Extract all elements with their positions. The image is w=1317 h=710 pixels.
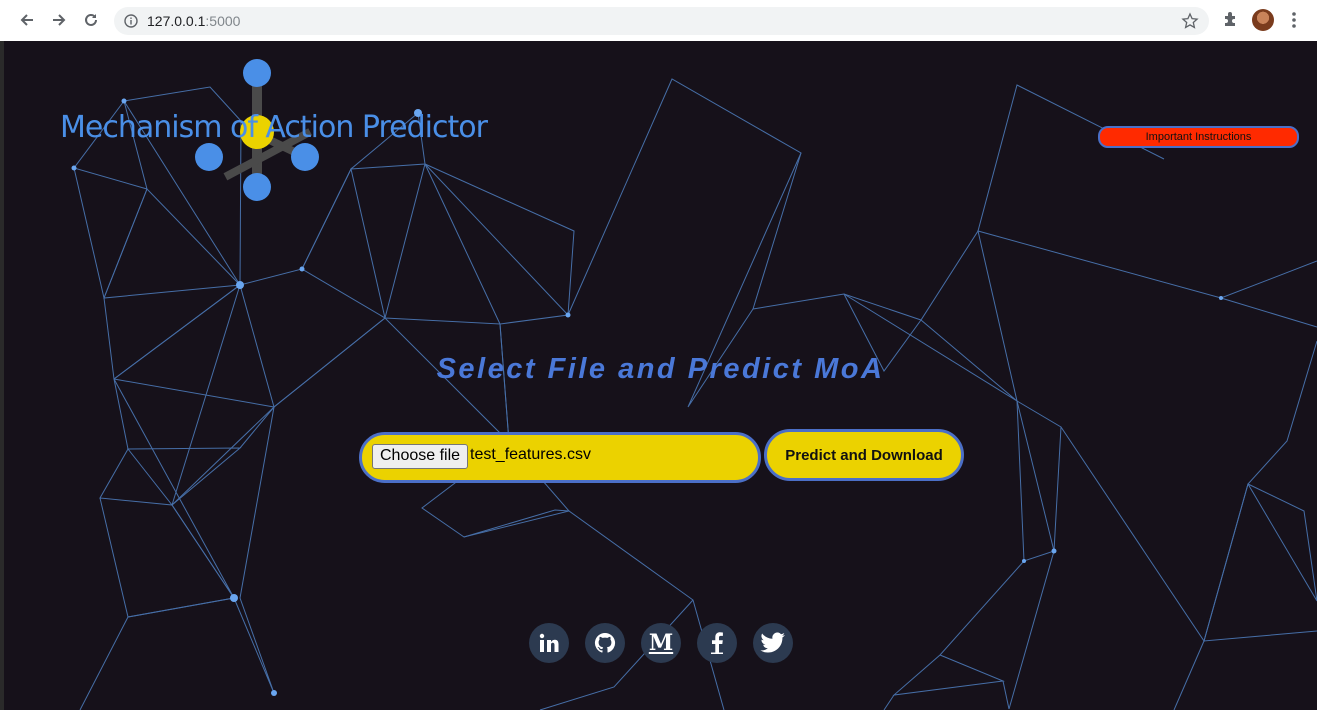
medium-icon[interactable]: M	[641, 623, 681, 663]
extensions-puzzle-icon[interactable]	[1222, 10, 1240, 33]
info-icon[interactable]	[124, 14, 138, 33]
address-bar[interactable]: 127.0.0.1:5000	[114, 7, 1209, 35]
logo-text: Mechanism of Action Predictor	[60, 110, 488, 145]
forward-icon[interactable]	[48, 9, 70, 31]
page-content: Mechanism of Action Predictor Important …	[4, 41, 1317, 710]
profile-avatar[interactable]	[1252, 9, 1274, 31]
choose-file-button[interactable]: Choose file	[372, 444, 469, 469]
file-input-container: Choose file test_features.csv	[359, 432, 761, 483]
page-title: Select File and Predict MoA	[436, 353, 885, 385]
url-text: 127.0.0.1:5000	[147, 13, 241, 29]
twitter-icon[interactable]	[753, 623, 793, 663]
browser-menu-icon[interactable]	[1290, 9, 1298, 36]
predict-and-download-button[interactable]: Predict and Download	[764, 429, 964, 481]
reload-icon[interactable]	[80, 9, 102, 31]
selected-file-name: test_features.csv	[470, 446, 591, 463]
linkedin-icon[interactable]	[529, 623, 569, 663]
app-logo: Mechanism of Action Predictor	[60, 59, 530, 204]
browser-toolbar: 127.0.0.1:5000	[0, 0, 1317, 42]
facebook-icon[interactable]	[697, 623, 737, 663]
back-icon[interactable]	[16, 9, 38, 31]
bookmark-star-icon[interactable]	[1181, 12, 1199, 35]
github-icon[interactable]	[585, 623, 625, 663]
important-instructions-button[interactable]: Important Instructions	[1098, 126, 1299, 148]
